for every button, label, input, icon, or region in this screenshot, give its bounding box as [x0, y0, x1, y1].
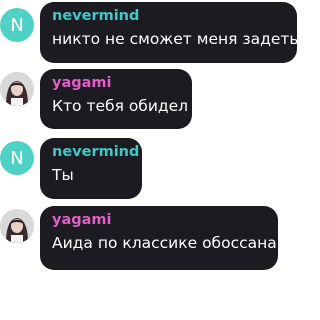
avatar[interactable]: N: [0, 8, 34, 42]
message-author[interactable]: nevermind: [52, 7, 285, 25]
message-bubble[interactable]: yagami Аида по классике обоссана: [40, 206, 278, 270]
user-photo-icon: [0, 209, 34, 243]
message-author[interactable]: yagami: [52, 74, 180, 92]
message-text: никто не сможет меня задеть: [52, 30, 299, 48]
message-bubble[interactable]: nevermind Ты: [40, 138, 142, 199]
message-text: Аида по классике обоссана: [52, 234, 277, 252]
message-author[interactable]: yagami: [52, 211, 266, 229]
avatar-letter: N: [10, 147, 24, 169]
message-text: Кто тебя обидел: [52, 97, 189, 115]
message-author[interactable]: nevermind: [52, 143, 139, 161]
user-photo-icon: [0, 72, 34, 106]
avatar[interactable]: [0, 209, 34, 243]
avatar-letter: N: [10, 14, 24, 36]
message-bubble[interactable]: nevermind никто не сможет меня задеть: [40, 2, 299, 63]
avatar[interactable]: [0, 72, 34, 106]
avatar[interactable]: N: [0, 141, 34, 175]
message-text: Ты: [52, 166, 74, 184]
message-bubble[interactable]: yagami Кто тебя обидел: [40, 69, 192, 129]
